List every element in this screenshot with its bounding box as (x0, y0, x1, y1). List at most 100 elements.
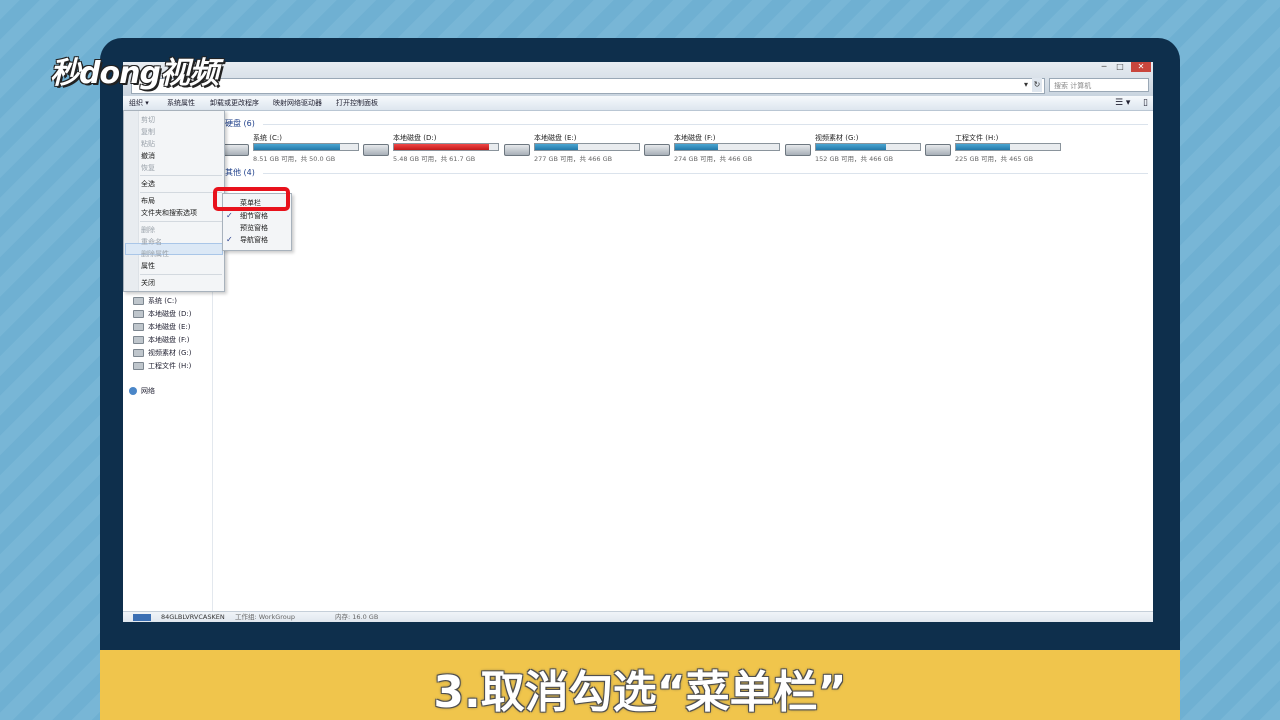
drive-usage-fill (956, 144, 1011, 150)
drive-space-info: 152 GB 可用，共 466 GB (815, 155, 894, 163)
menu-item[interactable]: 关闭 (141, 277, 155, 289)
hard-drive-icon (504, 144, 530, 156)
drive-usage-fill (535, 144, 578, 150)
menu-gutter (124, 111, 139, 291)
drive-tile[interactable]: 工程文件 (H:) 225 GB 可用，共 465 GB (925, 133, 1065, 163)
nav-network-label: 网络 (141, 387, 155, 395)
minimize-icon[interactable]: ─ (1097, 62, 1111, 72)
drive-usage-fill (675, 144, 718, 150)
nav-item-label: 本地磁盘 (D:) (148, 310, 192, 318)
drive-icon (133, 297, 144, 305)
nav-item-c[interactable]: 系统 (C:) (133, 296, 177, 307)
drive-tile[interactable]: 视频素材 (G:) 152 GB 可用，共 466 GB (785, 133, 925, 163)
drive-icon (133, 336, 144, 344)
open-control-panel-button[interactable]: 打开控制面板 (336, 96, 378, 110)
menu-item[interactable]: 文件夹和搜索选项 (141, 207, 197, 219)
menu-highlight (125, 243, 223, 255)
submenu-item[interactable]: 细节窗格 (240, 210, 268, 222)
drive-usage-bar (815, 143, 921, 151)
other-group-title[interactable]: 其他 (4) (225, 167, 255, 178)
drive-usage-fill (816, 144, 886, 150)
nav-item-h[interactable]: 工程文件 (H:) (133, 361, 191, 372)
drive-name: 视频素材 (G:) (815, 134, 859, 142)
menu-item[interactable]: 重命名 (141, 236, 162, 248)
memory-text: 内存: 16.0 GB (335, 613, 379, 621)
hard-drive-icon (223, 144, 249, 156)
drive-usage-fill (394, 144, 489, 150)
address-dropdown-icon[interactable]: ▾ (1021, 78, 1031, 92)
checkmark-icon: ✓ (226, 235, 233, 244)
caption-bar: 3.取消勾选“菜单栏” (100, 650, 1180, 720)
group-divider (263, 124, 1148, 125)
nav-item-label: 本地磁盘 (F:) (148, 336, 190, 344)
status-bar: 84GLBLVRVCASKEN 工作组: WorkGroup 内存: 16.0 … (123, 611, 1153, 622)
nav-item-label: 本地磁盘 (E:) (148, 323, 191, 331)
menu-item[interactable]: 全选 (141, 178, 155, 190)
drive-icon (133, 323, 144, 331)
group-divider (263, 173, 1148, 174)
title-bar: ─ □ ✕ ▾ ↻ 搜索 计算机 (123, 62, 1153, 96)
submenu-item[interactable]: 预览窗格 (240, 222, 268, 234)
close-icon[interactable]: ✕ (1131, 62, 1151, 72)
search-input[interactable]: 搜索 计算机 (1049, 78, 1149, 92)
drive-space-info: 225 GB 可用，共 465 GB (955, 155, 1034, 163)
menu-item[interactable]: 属性 (141, 260, 155, 272)
nav-item-label: 工程文件 (H:) (148, 362, 192, 370)
maximize-icon[interactable]: □ (1113, 62, 1127, 72)
computer-name: 84GLBLVRVCASKEN (161, 613, 225, 621)
menu-separator (140, 175, 222, 176)
menu-item[interactable]: 复制 (141, 126, 155, 138)
address-bar[interactable] (131, 78, 1045, 94)
nav-item-f[interactable]: 本地磁盘 (F:) (133, 335, 190, 346)
organize-button[interactable]: 组织 ▾ (129, 96, 149, 110)
command-bar: 组织 ▾ 系统属性 卸载或更改程序 映射网络驱动器 打开控制面板 ☰ ▾ ▯ (123, 96, 1153, 111)
menu-separator (140, 274, 222, 275)
drive-usage-bar (253, 143, 359, 151)
drive-name: 本地磁盘 (D:) (393, 134, 437, 142)
drive-space-info: 274 GB 可用，共 466 GB (674, 155, 753, 163)
menu-item[interactable]: 撤消 (141, 150, 155, 162)
hard-drive-icon (363, 144, 389, 156)
menu-item[interactable]: 剪切 (141, 114, 155, 126)
drive-tile[interactable]: 本地磁盘 (F:) 274 GB 可用，共 466 GB (644, 133, 784, 163)
refresh-icon[interactable]: ↻ (1032, 78, 1042, 92)
submenu-item[interactable]: 导航窗格 (240, 234, 268, 246)
hard-drive-icon (785, 144, 811, 156)
watermark-logo: 秒dong视频 (50, 56, 219, 91)
drive-tile[interactable]: 本地磁盘 (D:) 5.48 GB 可用，共 61.7 GB (363, 133, 503, 163)
menu-item[interactable]: 删除属性 (141, 248, 169, 260)
hard-disk-group-title[interactable]: 硬盘 (6) (225, 118, 255, 129)
menu-separator (140, 221, 222, 222)
view-options-icon[interactable]: ☰ ▾ (1115, 96, 1130, 110)
nav-item-d[interactable]: 本地磁盘 (D:) (133, 309, 191, 320)
drive-name: 本地磁盘 (F:) (674, 134, 716, 142)
drive-name: 本地磁盘 (E:) (534, 134, 577, 142)
drive-tile[interactable]: 本地磁盘 (E:) 277 GB 可用，共 466 GB (504, 133, 644, 163)
map-network-drive-button[interactable]: 映射网络驱动器 (273, 96, 322, 110)
drive-name: 工程文件 (H:) (955, 134, 999, 142)
nav-item-g[interactable]: 视频素材 (G:) (133, 348, 191, 359)
organize-menu: 剪切 复制 粘贴 撤消 恢复 全选 布局 文件夹和搜索选项 删除 重命名 删除属性 属性 关闭 ▸ (123, 110, 225, 292)
highlight-annotation-box (213, 187, 290, 211)
explorer-window: ─ □ ✕ ▾ ↻ 搜索 计算机 组织 ▾ 系统属性 卸载或更改程序 映射网络驱… (123, 62, 1153, 622)
drive-tile[interactable]: 系统 (C:) 8.51 GB 可用，共 50.0 GB (223, 133, 363, 163)
nav-item-e[interactable]: 本地磁盘 (E:) (133, 322, 190, 333)
preview-pane-icon[interactable]: ▯ (1143, 96, 1148, 110)
drive-icon (133, 310, 144, 318)
hard-drive-icon (644, 144, 670, 156)
menu-item[interactable]: 布局 (141, 195, 155, 207)
menu-item[interactable]: 删除 (141, 224, 155, 236)
drive-space-info: 5.48 GB 可用，共 61.7 GB (393, 155, 476, 163)
uninstall-program-button[interactable]: 卸载或更改程序 (210, 96, 259, 110)
drive-name: 系统 (C:) (253, 134, 282, 142)
caption-text: 3.取消勾选“菜单栏” (433, 667, 847, 718)
nav-item-label: 视频素材 (G:) (148, 349, 192, 357)
menu-item[interactable]: 恢复 (141, 162, 155, 174)
system-properties-button[interactable]: 系统属性 (167, 96, 195, 110)
computer-icon (133, 614, 151, 621)
drive-usage-bar (393, 143, 499, 151)
drive-icon (133, 362, 144, 370)
menu-item[interactable]: 粘贴 (141, 138, 155, 150)
nav-network[interactable]: 网络 (129, 386, 155, 397)
hard-drive-icon (925, 144, 951, 156)
